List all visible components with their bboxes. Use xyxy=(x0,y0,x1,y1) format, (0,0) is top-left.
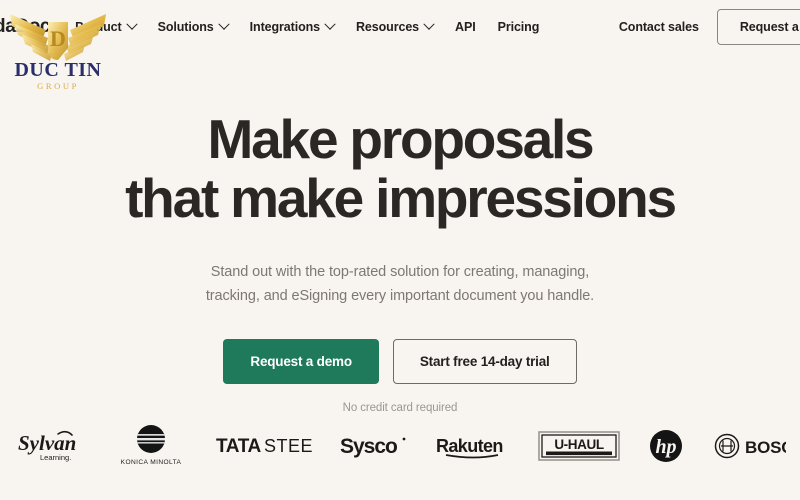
nav-request-demo-button[interactable]: Request a demo xyxy=(716,9,800,45)
nav-item-solutions[interactable]: Solutions xyxy=(147,14,239,40)
svg-text:STEEL: STEEL xyxy=(264,436,314,456)
logo-rakuten: Rakuten xyxy=(436,431,512,461)
site-logo[interactable]: daDoc xyxy=(0,16,50,38)
hero-subheading: Stand out with the top-rated solution fo… xyxy=(0,261,800,309)
svg-text:BOSC: BOSC xyxy=(745,438,786,457)
svg-text:KONICA MINOLTA: KONICA MINOLTA xyxy=(121,459,182,466)
customer-logo-strip: Sylvan Learning. KONICA MINOLTA TATA STE… xyxy=(0,418,800,474)
nav-item-resources[interactable]: Resources xyxy=(345,14,444,40)
logo-konica-minolta: KONICA MINOLTA xyxy=(112,422,190,470)
logo-u-haul: U-HAUL xyxy=(538,429,620,463)
nav-item-label: Resources xyxy=(356,20,420,34)
nav-item-label: Pricing xyxy=(497,20,540,34)
svg-text:Rakuten: Rakuten xyxy=(436,436,503,456)
nav-item-pricing[interactable]: Pricing xyxy=(487,14,551,40)
no-credit-card-note: No credit card required xyxy=(342,401,458,414)
nav-item-product[interactable]: Product xyxy=(64,14,147,40)
hero-heading-line-2: that make impressions xyxy=(125,166,677,229)
svg-text:hp: hp xyxy=(655,436,676,458)
logo-tata-steel: TATA STEEL xyxy=(216,431,314,461)
nav-item-label: Product xyxy=(75,20,122,34)
chevron-down-icon xyxy=(324,18,336,30)
logo-sylvan-learning: Sylvan Learning. xyxy=(14,426,86,466)
logo-sysco: Sysco xyxy=(340,431,410,461)
logo-hp: hp xyxy=(646,426,686,466)
svg-text:U-HAUL: U-HAUL xyxy=(554,437,603,452)
nav-item-api[interactable]: API xyxy=(444,14,487,40)
contact-sales-link[interactable]: Contact sales xyxy=(619,20,699,34)
hero-heading-line-1: Make proposals xyxy=(207,108,595,170)
svg-text:Learning.: Learning. xyxy=(40,453,71,462)
svg-text:TATA: TATA xyxy=(216,436,262,457)
nav-item-label: Solutions xyxy=(157,20,214,34)
nav-item-label: Integrations xyxy=(249,20,320,34)
hero-section: Make proposals that make impressions Sta… xyxy=(0,54,800,414)
chevron-down-icon xyxy=(423,18,435,30)
chevron-down-icon xyxy=(217,18,230,30)
svg-text:Sysco: Sysco xyxy=(340,435,397,458)
start-free-trial-button[interactable]: Start free 14-day trial xyxy=(392,338,577,384)
nav-item-integrations[interactable]: Integrations xyxy=(239,14,345,40)
hero-subheading-line-1: Stand out with the top-rated solution fo… xyxy=(210,263,590,280)
hero-cta-group: Request a demo Start free 14-day trial xyxy=(0,338,800,384)
top-navigation-bar: daDoc Product Solutions Integrations Res… xyxy=(0,0,800,54)
nav-actions: Contact sales Request a demo xyxy=(619,0,800,54)
logo-bosch: BOSC xyxy=(712,429,786,463)
nav-item-label: API xyxy=(455,20,476,34)
chevron-down-icon xyxy=(125,18,138,30)
hero-subheading-line-2: tracking, and eSigning every important d… xyxy=(205,287,595,304)
request-demo-button[interactable]: Request a demo xyxy=(223,338,379,384)
nav-links: Product Solutions Integrations Resources… xyxy=(64,14,550,40)
svg-text:Sylvan: Sylvan xyxy=(18,431,76,455)
page-title: Make proposals that make impressions xyxy=(0,110,800,228)
